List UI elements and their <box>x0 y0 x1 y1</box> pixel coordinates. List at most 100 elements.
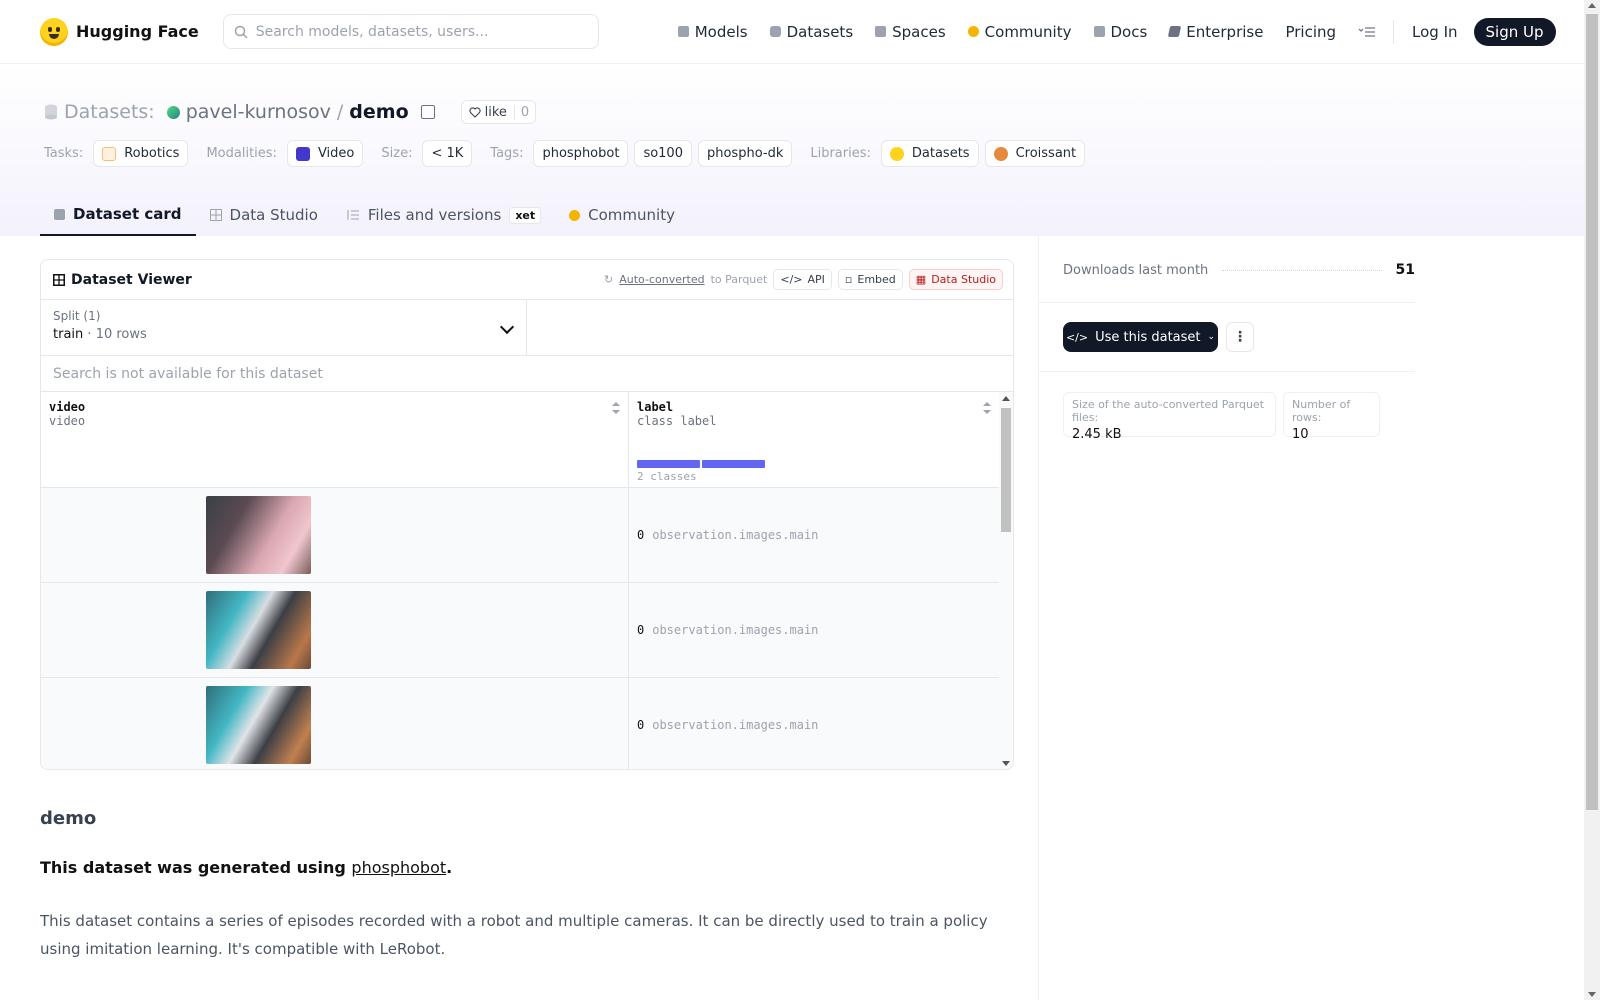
nav-pricing[interactable]: Pricing <box>1274 16 1347 48</box>
copy-icon[interactable] <box>420 105 435 119</box>
top-navbar: Hugging Face Search models, datasets, us… <box>0 0 1584 64</box>
class-bar-segment[interactable] <box>637 460 700 468</box>
scroll-up-arrow-icon[interactable] <box>1002 396 1010 401</box>
tab-community[interactable]: Community <box>555 194 689 236</box>
label-index: 0 <box>637 718 645 732</box>
kebab-menu-icon: ⋮ <box>1233 329 1247 345</box>
auto-converted-link[interactable]: Auto-converted <box>619 273 704 286</box>
split-row: Split (1) train · 10 rows <box>41 300 1013 356</box>
search-unavailable-notice: Search is not available for this dataset <box>41 356 1013 392</box>
tag-size[interactable]: < 1K <box>422 140 473 167</box>
nav-datasets[interactable]: Datasets <box>759 16 865 48</box>
nav-spaces-label: Spaces <box>892 22 946 41</box>
table-row[interactable]: 0 observation.images.main <box>41 678 999 769</box>
column-header-video[interactable]: video video <box>41 392 629 487</box>
page-scrollbar[interactable] <box>1584 0 1600 1000</box>
column-header-label[interactable]: label class label 2 classes <box>629 392 999 487</box>
viewer-title: Dataset Viewer <box>53 272 192 288</box>
modalities-label: Modalities: <box>206 146 277 161</box>
scroll-up-arrow-icon[interactable] <box>1588 3 1596 8</box>
use-this-dataset-button[interactable]: </> Use this dataset ⌄ <box>1063 322 1218 352</box>
table-row[interactable]: 0 observation.images.main <box>41 488 999 583</box>
repo-header: Datasets: pavel-kurnosov / demo like 0 T… <box>0 64 1584 236</box>
table-row[interactable]: 0 observation.images.main <box>41 583 999 678</box>
hugging-face-emoji-icon <box>889 146 904 161</box>
chevron-down-icon: ⌄ <box>1207 332 1216 342</box>
nav-enterprise[interactable]: Enterprise <box>1158 16 1274 48</box>
scrollbar-thumb[interactable] <box>1001 408 1011 532</box>
table-scrollbar[interactable] <box>999 392 1013 769</box>
dataset-viewer: Dataset Viewer ↻ Auto-converted to Parqu… <box>40 259 1014 770</box>
login-link[interactable]: Log In <box>1400 23 1470 41</box>
tag-video[interactable]: Video <box>286 140 364 167</box>
api-button[interactable]: </> API <box>773 269 832 290</box>
tag-phospho-dk[interactable]: phospho-dk <box>697 140 793 167</box>
tag-croissant-library[interactable]: Croissant <box>984 140 1086 167</box>
split-dot: · <box>87 327 92 342</box>
label-index: 0 <box>637 528 645 542</box>
column-type: video <box>49 414 86 428</box>
class-bar-segment[interactable] <box>702 460 765 468</box>
page-scrollbar-thumb[interactable] <box>1586 14 1598 810</box>
label-cell: 0 observation.images.main <box>629 678 999 769</box>
nav-models[interactable]: Models <box>667 16 759 48</box>
tab-community-label: Community <box>588 206 675 224</box>
signup-button[interactable]: Sign Up <box>1473 17 1556 46</box>
scroll-down-arrow-icon[interactable] <box>1588 992 1596 997</box>
enterprise-icon <box>1168 26 1182 37</box>
community-icon <box>569 209 581 221</box>
main-nav: Models Datasets Spaces Community Docs En… <box>667 16 1556 48</box>
video-thumbnail[interactable] <box>206 686 311 764</box>
phosphobot-link[interactable]: phosphobot <box>351 858 446 877</box>
tag-robotics[interactable]: Robotics <box>93 140 189 167</box>
embed-button[interactable]: ▫ Embed <box>837 269 903 290</box>
brand-name: Hugging Face <box>76 22 199 41</box>
table-icon <box>209 209 222 221</box>
sort-icon[interactable] <box>983 402 991 414</box>
nav-docs[interactable]: Docs <box>1083 16 1159 48</box>
embed-label: Embed <box>857 273 896 286</box>
more-menu-button[interactable] <box>1347 16 1387 48</box>
repo-name-link[interactable]: demo <box>349 101 408 123</box>
owner-avatar <box>166 105 180 119</box>
global-search-input[interactable]: Search models, datasets, users... <box>222 14 599 49</box>
code-icon: </> <box>780 273 803 286</box>
nav-spaces[interactable]: Spaces <box>864 16 957 48</box>
repo-owner-link[interactable]: pavel-kurnosov <box>186 101 331 123</box>
tab-files[interactable]: Files and versions xet <box>332 194 555 236</box>
brand-logo[interactable]: Hugging Face <box>40 17 199 46</box>
downloads-value: 51 <box>1395 262 1415 278</box>
table-icon: ▦ <box>915 273 927 286</box>
nav-community[interactable]: Community <box>957 16 1083 48</box>
video-cell <box>41 488 629 582</box>
video-thumbnail[interactable] <box>206 591 311 669</box>
embed-icon: ▫ <box>844 273 853 286</box>
tag-datasets-library[interactable]: Datasets <box>880 140 979 167</box>
tag-so100[interactable]: so100 <box>634 140 692 167</box>
label-text: observation.images.main <box>652 528 819 542</box>
repo-slash: / <box>336 101 344 123</box>
column-name: video <box>49 400 86 414</box>
nav-community-label: Community <box>984 22 1072 41</box>
refresh-icon: ↻ <box>604 273 614 286</box>
to-parquet-text: to Parquet <box>710 273 768 286</box>
card-heading: demo <box>40 808 97 829</box>
like-button[interactable]: like 0 <box>460 100 537 124</box>
video-thumbnail[interactable] <box>206 496 311 574</box>
generated-prefix: This dataset was generated using <box>40 858 352 877</box>
sidebar: Downloads last month 51 </> Use this dat… <box>1038 236 1584 1000</box>
data-studio-button[interactable]: ▦ Data Studio <box>908 269 1003 290</box>
scroll-down-arrow-icon[interactable] <box>1002 761 1010 766</box>
split-select[interactable]: Split (1) train · 10 rows <box>41 300 527 355</box>
datasets-icon <box>769 26 781 37</box>
rows-stat: Number of rows: 10 <box>1283 392 1380 442</box>
sort-icon[interactable] <box>612 402 620 414</box>
more-options-button[interactable]: ⋮ <box>1226 322 1254 352</box>
data-table: video video label class label 2 classes … <box>41 392 999 769</box>
tab-data-studio[interactable]: Data Studio <box>196 194 332 236</box>
card-description: This dataset contains a series of episod… <box>40 912 988 958</box>
docs-icon <box>1093 26 1105 37</box>
tab-dataset-card[interactable]: Dataset card <box>40 194 196 236</box>
label-text: observation.images.main <box>652 718 819 732</box>
tag-phosphobot[interactable]: phosphobot <box>533 140 629 167</box>
